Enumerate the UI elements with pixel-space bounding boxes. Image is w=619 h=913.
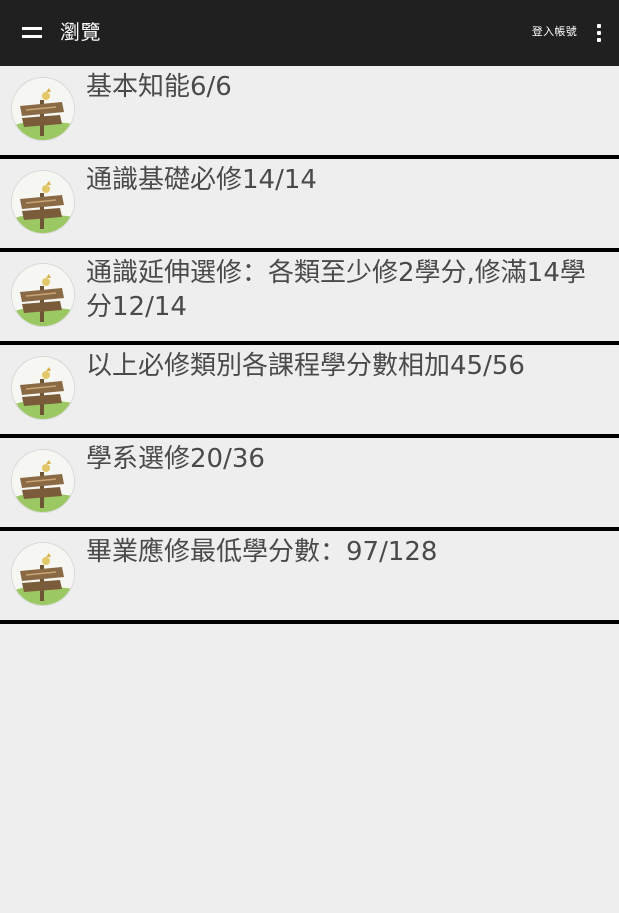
page-title: 瀏覽 [60,20,101,44]
list-item-label: 學系選修20/36 [86,444,265,474]
list-item[interactable]: 通識基礎必修14/14 [0,159,619,252]
signpost-thumbnail-icon [12,78,74,140]
hamburger-lines [22,27,42,39]
list-item[interactable]: 通識延伸選修：各類至少修2學分,修滿14學分12/14 [0,252,619,345]
hamburger-menu-icon[interactable] [18,20,46,46]
app-bar: 瀏覽 登入帳號 [0,0,619,66]
signpost-thumbnail-icon [12,450,74,512]
list-item-label: 通識延伸選修：各類至少修2學分,修滿14學分12/14 [86,258,586,322]
signpost-thumbnail-icon [12,357,74,419]
list-item[interactable]: 學系選修20/36 [0,438,619,531]
signpost-thumbnail-icon [12,543,74,605]
list-item-label: 以上必修類別各課程學分數相加45/56 [86,351,525,381]
signpost-thumbnail-icon [12,264,74,326]
more-vert-icon[interactable] [589,20,609,46]
list-item[interactable]: 畢業應修最低學分數：97/128 [0,531,619,624]
list-item[interactable]: 基本知能6/6 [0,66,619,159]
credit-category-list: 基本知能6/6 通識基礎必修14/14 通識延伸選修：各類至少修2學分,修滿14… [0,66,619,624]
list-item[interactable]: 以上必修類別各課程學分數相加45/56 [0,345,619,438]
login-button[interactable]: 登入帳號 [532,24,577,40]
list-item-label: 畢業應修最低學分數：97/128 [86,537,438,567]
list-item-label: 基本知能6/6 [86,72,232,102]
signpost-thumbnail-icon [12,171,74,233]
list-item-label: 通識基礎必修14/14 [86,165,317,195]
